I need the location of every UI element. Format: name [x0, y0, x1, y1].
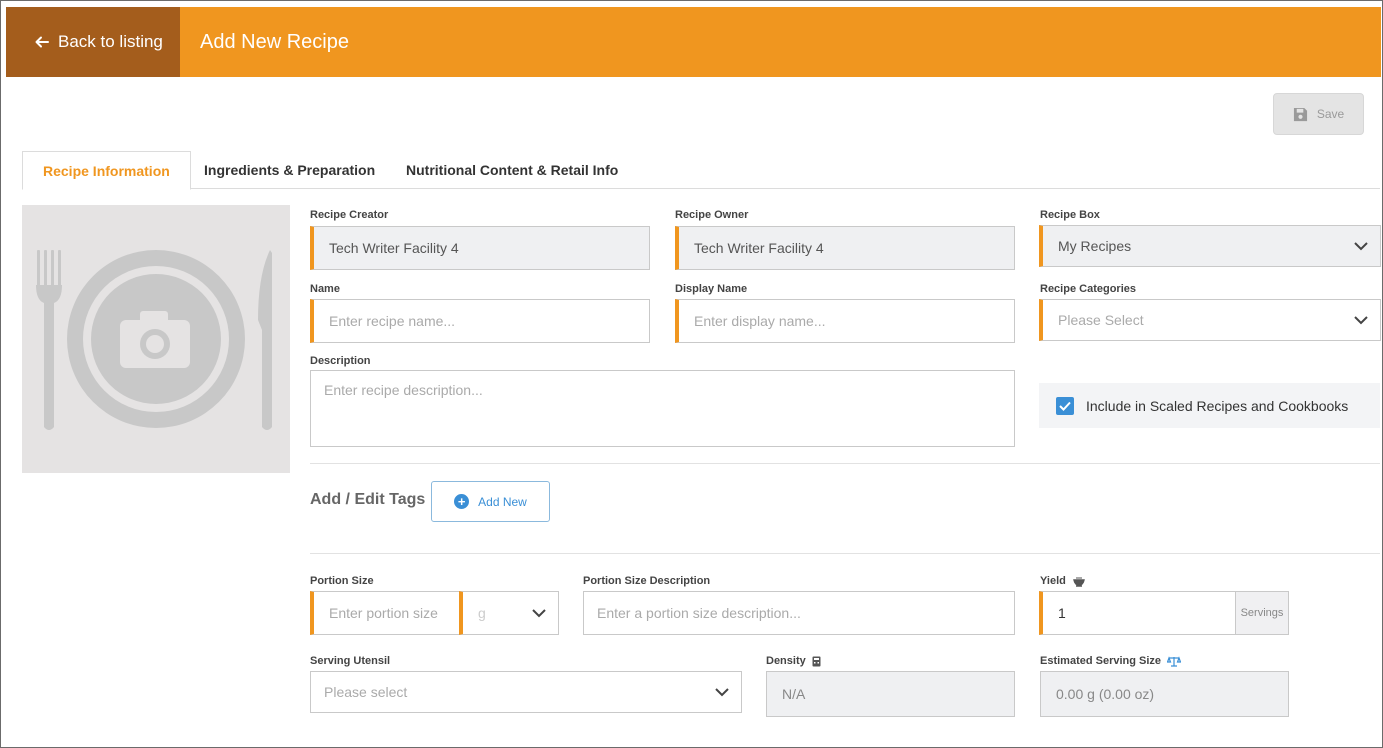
- chevron-down-icon: [532, 609, 546, 618]
- portion-size-description-input[interactable]: Enter a portion size description...: [583, 591, 1015, 635]
- yield-input[interactable]: 1: [1039, 591, 1236, 635]
- name-label: Name: [310, 283, 340, 295]
- include-scaled-label: Include in Scaled Recipes and Cookbooks: [1086, 397, 1349, 414]
- recipe-box-label: Recipe Box: [1040, 209, 1100, 221]
- yield-label-row: Yield: [1040, 575, 1085, 587]
- scale-icon: [1167, 655, 1182, 667]
- divider: [310, 553, 1380, 554]
- density-field: N/A: [766, 671, 1015, 717]
- save-label: Save: [1316, 107, 1345, 121]
- chevron-down-icon: [1354, 242, 1368, 251]
- estimated-serving-size-label: Estimated Serving Size: [1040, 655, 1162, 667]
- plus-circle-icon: +: [454, 494, 470, 509]
- description-label: Description: [310, 355, 371, 367]
- serving-utensil-placeholder: Please select: [324, 684, 408, 700]
- recipe-creator-label: Recipe Creator: [310, 209, 389, 221]
- tags-label: Add / Edit Tags: [310, 491, 426, 508]
- add-new-label: Add New: [478, 494, 527, 509]
- name-placeholder: Enter recipe name...: [329, 313, 456, 329]
- recipe-box-value: My Recipes: [1058, 238, 1132, 254]
- back-to-listing-button[interactable]: Back to listing: [6, 7, 180, 77]
- divider: [310, 463, 1380, 464]
- recipe-categories-select[interactable]: Please Select: [1039, 299, 1381, 341]
- checkmark-icon: [1059, 401, 1071, 411]
- serving-utensil-label: Serving Utensil: [310, 655, 391, 667]
- serving-utensil-select[interactable]: Please select: [310, 671, 742, 713]
- estimated-serving-size-label-row: Estimated Serving Size: [1040, 655, 1182, 667]
- portion-size-placeholder: Enter portion size: [329, 605, 438, 621]
- recipe-creator-field: Tech Writer Facility 4: [310, 226, 650, 270]
- add-new-tag-button[interactable]: + Add New: [431, 481, 550, 522]
- density-label-row: Density: [766, 655, 821, 667]
- yield-unit-suffix: Servings: [1235, 591, 1289, 635]
- display-name-input[interactable]: Enter display name...: [675, 299, 1015, 343]
- display-name-placeholder: Enter display name...: [694, 313, 826, 329]
- estimated-serving-size-value: 0.00 g (0.00 oz): [1056, 686, 1155, 702]
- recipe-categories-placeholder: Please Select: [1058, 312, 1144, 328]
- recipe-creator-value: Tech Writer Facility 4: [329, 240, 459, 256]
- recipe-owner-value: Tech Writer Facility 4: [694, 240, 824, 256]
- density-label: Density: [766, 655, 806, 667]
- back-to-listing-label: Back to listing: [58, 32, 163, 51]
- name-input[interactable]: Enter recipe name...: [310, 299, 650, 343]
- chevron-down-icon: [715, 688, 729, 697]
- portion-unit-select[interactable]: g: [459, 591, 559, 635]
- portion-size-label: Portion Size: [310, 575, 374, 587]
- yield-label: Yield: [1040, 575, 1066, 587]
- description-placeholder: Enter recipe description...: [324, 382, 483, 398]
- arrow-left-icon: [35, 36, 49, 48]
- portion-size-description-placeholder: Enter a portion size description...: [597, 605, 801, 621]
- calculator-icon: [812, 656, 821, 666]
- page-title: Add New Recipe: [200, 31, 349, 53]
- portion-unit-value: g: [478, 605, 486, 621]
- floppy-disk-icon: [1293, 107, 1307, 121]
- tab-nutritional-content-retail-info[interactable]: Nutritional Content & Retail Info: [406, 151, 618, 189]
- recipe-owner-field: Tech Writer Facility 4: [675, 226, 1015, 270]
- estimated-serving-size-field: 0.00 g (0.00 oz): [1040, 671, 1289, 717]
- plate-camera-icon: [36, 250, 272, 430]
- include-scaled-checkbox[interactable]: [1056, 396, 1074, 415]
- save-button[interactable]: Save: [1273, 93, 1364, 135]
- tab-recipe-information[interactable]: Recipe Information: [22, 151, 191, 190]
- display-name-label: Display Name: [675, 283, 748, 295]
- tab-bar: Recipe Information Ingredients & Prepara…: [22, 151, 1380, 190]
- serving-bowl-icon: [1073, 576, 1085, 587]
- description-textarea[interactable]: Enter recipe description...: [310, 370, 1015, 447]
- recipe-photo-placeholder[interactable]: [22, 205, 290, 473]
- portion-size-description-label: Portion Size Description: [583, 575, 711, 587]
- tab-ingredients-preparation[interactable]: Ingredients & Preparation: [204, 151, 375, 189]
- portion-size-input[interactable]: Enter portion size: [310, 591, 460, 635]
- top-bar: Back to listing Add New Recipe: [6, 7, 1381, 77]
- recipe-box-select[interactable]: My Recipes: [1039, 225, 1381, 267]
- include-scaled-recipes-row[interactable]: Include in Scaled Recipes and Cookbooks: [1039, 383, 1380, 428]
- recipe-owner-label: Recipe Owner: [675, 209, 749, 221]
- chevron-down-icon: [1354, 316, 1368, 325]
- density-value: N/A: [782, 686, 806, 702]
- yield-value: 1: [1058, 605, 1066, 621]
- recipe-categories-label: Recipe Categories: [1040, 283, 1136, 295]
